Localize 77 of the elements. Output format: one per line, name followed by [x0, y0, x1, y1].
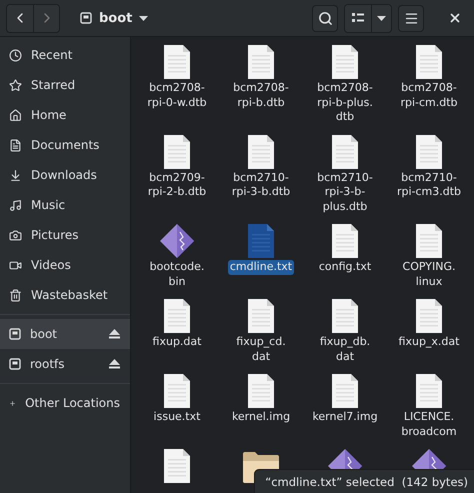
- sidebar-item[interactable]: rootfs: [0, 349, 130, 379]
- sidebar-item[interactable]: Pictures: [0, 220, 130, 250]
- document-icon: [416, 299, 442, 333]
- diamond-icon: [160, 224, 194, 258]
- document-icon: [9, 138, 22, 152]
- document-icon: [248, 45, 274, 79]
- view-options-button[interactable]: [371, 4, 391, 32]
- drive-icon: [9, 358, 21, 370]
- document-icon: [416, 224, 442, 258]
- music-icon: [9, 198, 22, 212]
- search-icon: [318, 10, 332, 26]
- eject-icon[interactable]: [109, 329, 120, 339]
- file-name[interactable]: config.txt: [316, 260, 374, 274]
- file-name[interactable]: cmdline.txt: [228, 260, 294, 274]
- file-name[interactable]: kernel7.img: [310, 410, 380, 424]
- trash-icon: [9, 288, 22, 302]
- file-name[interactable]: fixup_cd. dat: [234, 335, 288, 364]
- menu-icon: [404, 10, 418, 26]
- file-name[interactable]: bcm2709- rpi-2-b.dtb: [146, 170, 208, 200]
- file-name[interactable]: bcm2710- rpi-3-b- plus.dtb: [315, 170, 375, 214]
- home-icon: [9, 108, 22, 122]
- file-name[interactable]: bcm2710- rpi-3-b.dtb: [230, 170, 292, 200]
- status-overlay: “cmdline.txt” selected (142 bytes): [254, 469, 474, 493]
- search-button[interactable]: [312, 4, 338, 32]
- video-icon: [9, 258, 22, 272]
- download-icon: [9, 168, 22, 182]
- document-icon: [416, 134, 442, 168]
- close-icon: [448, 11, 462, 25]
- document-icon: [332, 224, 358, 258]
- file-name[interactable]: bcm2708- rpi-0-w.dtb: [145, 81, 209, 110]
- document-icon: [416, 45, 442, 79]
- location-button[interactable]: boot: [74, 4, 154, 32]
- file-name[interactable]: kernel.img: [230, 410, 292, 424]
- drive-icon: [80, 12, 92, 24]
- sidebar-item[interactable]: Recent: [0, 40, 130, 70]
- sidebar-item[interactable]: boot: [0, 319, 130, 349]
- sidebar-item[interactable]: Starred: [0, 70, 130, 100]
- file-name[interactable]: fixup_db. dat: [318, 335, 372, 364]
- caret-icon: [377, 16, 386, 20]
- menu-button[interactable]: [398, 4, 424, 32]
- list-icon: [352, 13, 364, 23]
- eject-icon[interactable]: [109, 359, 120, 369]
- star-icon: [9, 78, 22, 92]
- file-name[interactable]: fixup.dat: [150, 335, 204, 350]
- file-name[interactable]: COPYING. linux: [400, 260, 458, 289]
- document-icon: [248, 374, 274, 408]
- document-icon: [164, 45, 190, 79]
- document-icon: [164, 134, 190, 168]
- file-name[interactable]: bcm2710- rpi-cm3.dtb: [394, 170, 464, 200]
- file-name[interactable]: bcm2708- rpi-b.dtb: [231, 81, 291, 110]
- sidebar-item[interactable]: Other Locations: [0, 388, 130, 418]
- sidebar-item[interactable]: Downloads: [0, 160, 130, 190]
- document-icon: [164, 299, 190, 333]
- sidebar-item[interactable]: Home: [0, 100, 130, 130]
- document-icon: [164, 374, 190, 408]
- file-name[interactable]: issue.txt: [152, 410, 202, 424]
- clock-icon: [9, 48, 22, 62]
- file-name[interactable]: bcm2708- rpi-b-plus. dtb: [315, 81, 375, 124]
- document-icon: [332, 45, 358, 79]
- sidebar-item[interactable]: Music: [0, 190, 130, 220]
- file-name[interactable]: fixup_x.dat: [396, 335, 462, 350]
- sidebar-item[interactable]: Documents: [0, 130, 130, 160]
- document-icon: [416, 374, 442, 408]
- file-name[interactable]: bcm2708- rpi-cm.dtb: [398, 81, 460, 110]
- camera-icon: [9, 228, 22, 242]
- document-icon: [332, 299, 358, 333]
- caret-icon: [139, 16, 148, 20]
- sidebar-item[interactable]: Wastebasket: [0, 280, 130, 310]
- document-icon: [248, 299, 274, 333]
- drive-icon: [9, 328, 21, 340]
- file-name[interactable]: LICENCE. broadcom: [399, 410, 459, 439]
- file-name[interactable]: bootcode. bin: [148, 260, 206, 289]
- document-icon: [248, 224, 274, 258]
- document-icon: [332, 374, 358, 408]
- document-icon: [332, 134, 358, 168]
- document-icon: [248, 134, 274, 168]
- sidebar-item[interactable]: Videos: [0, 250, 130, 280]
